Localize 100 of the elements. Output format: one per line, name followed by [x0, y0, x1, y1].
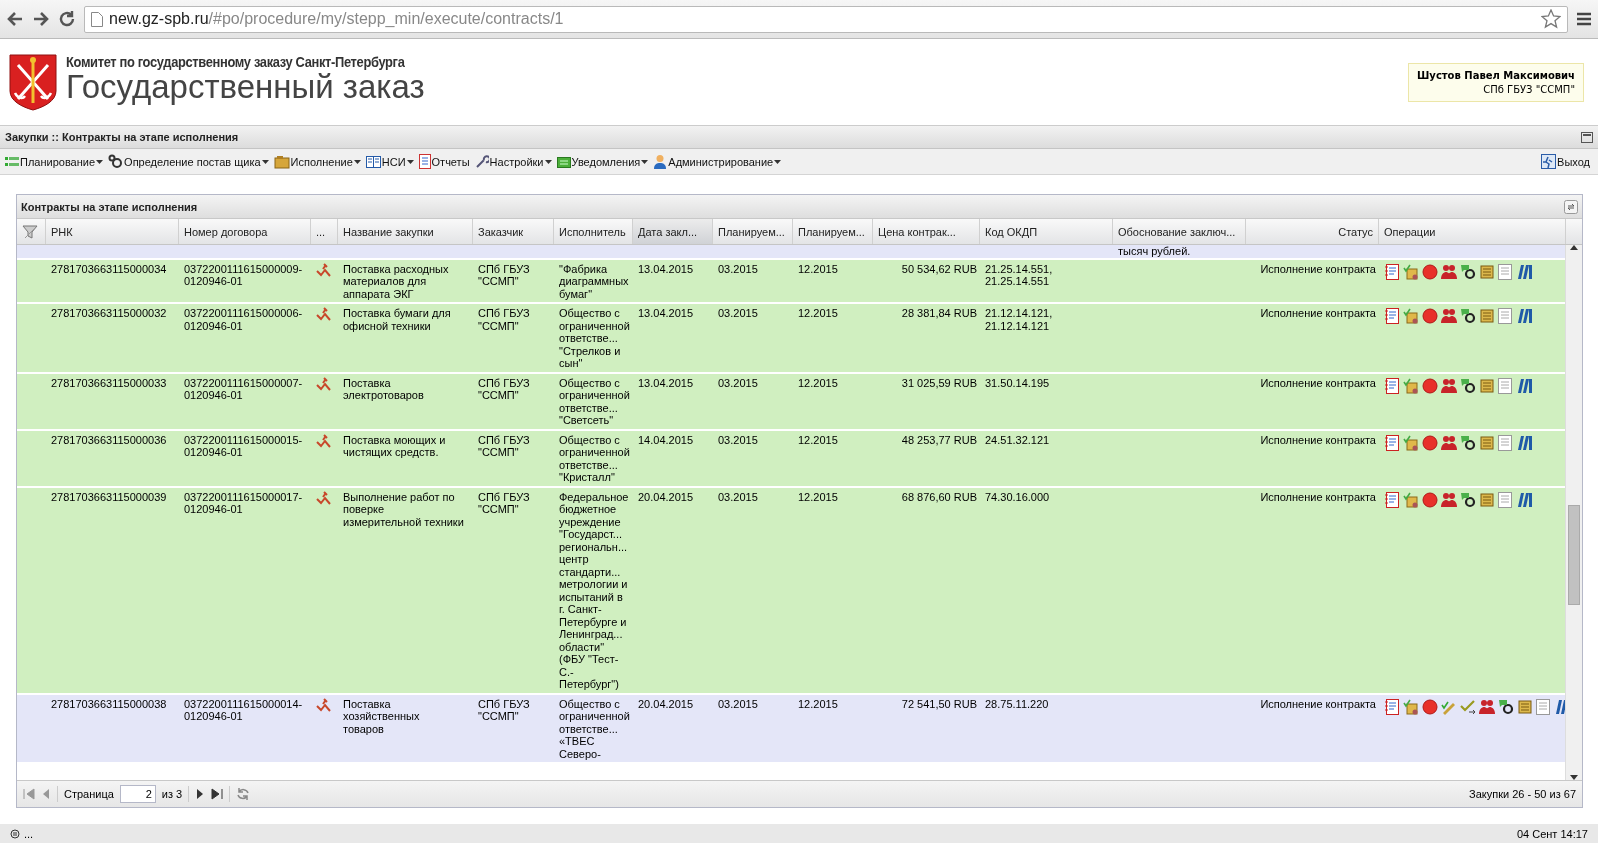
table-cell: Общество с ограниченной ответстве... "Кристалл": [559, 433, 630, 483]
table-row[interactable]: [17, 304, 1565, 374]
column-header[interactable]: Дата закл...: [633, 219, 713, 244]
menu-icon[interactable]: [1576, 12, 1592, 26]
back-icon[interactable]: [6, 10, 24, 28]
gear-icon[interactable]: [1460, 263, 1476, 280]
column-header[interactable]: Планируем...: [713, 219, 793, 244]
table-cell: 0372200111615000015- 0120946-01: [184, 433, 303, 458]
column-header[interactable]: РНК: [46, 219, 179, 244]
binders-icon[interactable]: [1517, 377, 1533, 394]
caret-icon: [774, 159, 782, 164]
people-icon[interactable]: [1441, 263, 1457, 280]
stop-icon[interactable]: [1422, 491, 1438, 508]
people-icon[interactable]: [1441, 377, 1457, 394]
column-header[interactable]: Номер договора: [179, 219, 311, 244]
column-header[interactable]: Обоснование заключ...: [1113, 219, 1246, 244]
column-header[interactable]: Планируем...: [793, 219, 873, 244]
table-cell: 0372200111615000014- 0120946-01: [184, 697, 303, 722]
gear-icon[interactable]: [1460, 491, 1476, 508]
scroll-check-icon[interactable]: [1403, 698, 1419, 715]
column-header[interactable]: Цена контрак...: [873, 219, 980, 244]
menu-item[interactable]: Отчеты: [417, 154, 474, 169]
url-text: new.gz-spb.ru/#po/procedure/my/stepp_min/execute/contracts/1: [109, 10, 564, 28]
people-icon[interactable]: [1441, 491, 1457, 508]
table-cell: 03.2015: [718, 376, 758, 389]
menu-item[interactable]: Настройки: [473, 154, 556, 169]
column-header[interactable]: ...: [311, 219, 338, 244]
stop-icon[interactable]: [1422, 698, 1438, 715]
menu-item[interactable]: Определение постав щика: [107, 154, 273, 169]
stop-icon[interactable]: [1422, 434, 1438, 451]
scroll-check-icon[interactable]: [1403, 491, 1419, 508]
scrollbar-thumb[interactable]: [1568, 505, 1580, 605]
refresh-button[interactable]: [236, 787, 251, 801]
scroll-check-icon[interactable]: [1403, 377, 1419, 394]
stop-icon[interactable]: [1422, 263, 1438, 280]
menu-item[interactable]: Планирование: [4, 154, 108, 169]
document-icon[interactable]: [1498, 308, 1512, 324]
scroll-check-icon[interactable]: [1403, 434, 1419, 451]
notebook-icon[interactable]: [1384, 434, 1400, 451]
page-field[interactable]: 2: [119, 785, 156, 803]
menu-item[interactable]: Администрирование: [652, 154, 786, 169]
document-icon[interactable]: [1498, 377, 1512, 394]
notebook-icon[interactable]: [1384, 263, 1400, 280]
column-header[interactable]: Статус: [1246, 219, 1379, 244]
star-icon[interactable]: [1541, 9, 1561, 29]
binders-icon[interactable]: [1517, 263, 1533, 280]
document-icon[interactable]: [1536, 698, 1550, 715]
table-cell: 72 541,50 RUB: [901, 697, 977, 710]
binders-icon[interactable]: [1517, 491, 1533, 508]
hammer-icon: [316, 433, 332, 450]
gear-icon[interactable]: [1498, 698, 1514, 715]
menu-item[interactable]: Уведомления: [555, 155, 653, 168]
table-row[interactable]: [17, 259, 1565, 304]
filter-icon[interactable]: [22, 223, 38, 240]
maximize-icon[interactable]: [1581, 131, 1593, 143]
refresh-icon[interactable]: [1564, 199, 1578, 214]
stop-icon[interactable]: [1422, 377, 1438, 394]
scrollbar[interactable]: [1565, 245, 1582, 780]
gear-icon[interactable]: [1460, 308, 1476, 324]
table-cell: 0372200111615000009- 0120946-01: [184, 262, 303, 287]
forward-icon[interactable]: [32, 10, 50, 28]
document-icon[interactable]: [1498, 491, 1512, 508]
scroll-check-icon[interactable]: [1403, 263, 1419, 280]
column-header[interactable]: Заказчик: [473, 219, 554, 244]
binders-icon[interactable]: [1517, 308, 1533, 324]
logout-button[interactable]: Выход: [1540, 154, 1594, 169]
status-text: ...: [24, 827, 34, 840]
table-row[interactable]: [17, 373, 1565, 431]
notebook-icon[interactable]: [1384, 698, 1400, 715]
status-icon: [10, 828, 20, 839]
people-icon[interactable]: [1441, 434, 1457, 451]
table-cell: 2781703663115000032: [51, 307, 167, 319]
people-icon[interactable]: [1479, 698, 1495, 715]
notebook-icon[interactable]: [1384, 491, 1400, 508]
table-cell: 03.2015: [718, 433, 758, 446]
list-icon: [5, 154, 19, 169]
reload-icon[interactable]: [58, 10, 76, 28]
check-icon[interactable]: [1460, 698, 1476, 715]
people-icon[interactable]: [1441, 308, 1457, 324]
column-header[interactable]: Операции: [1379, 219, 1566, 244]
notebook-icon[interactable]: [1384, 377, 1400, 394]
column-header[interactable]: Код ОКДП: [980, 219, 1113, 244]
menu-item[interactable]: Исполнение: [272, 154, 365, 169]
table-row[interactable]: [17, 430, 1565, 488]
gear-icon[interactable]: [1460, 434, 1476, 451]
table-cell: 03.2015: [718, 490, 758, 503]
address-field[interactable]: new.gz-spb.ru/#po/procedure/my/stepp_min/execute/contracts/1: [84, 5, 1568, 33]
table-row[interactable]: [17, 694, 1565, 764]
menu-item[interactable]: НСИ: [364, 154, 418, 169]
binders-icon[interactable]: [1517, 434, 1533, 451]
table-row[interactable]: тысяч рублей.: [17, 245, 1565, 260]
caret-icon: [406, 159, 414, 164]
scroll-check-icon[interactable]: [1403, 308, 1419, 324]
stop-icon[interactable]: [1422, 308, 1438, 324]
document-icon[interactable]: [1498, 434, 1512, 451]
notebook-icon[interactable]: [1384, 308, 1400, 324]
column-header[interactable]: Название закупки: [338, 219, 473, 244]
last-page-button[interactable]: [211, 788, 224, 800]
document-icon[interactable]: [1498, 263, 1512, 280]
gear-icon[interactable]: [1460, 377, 1476, 394]
